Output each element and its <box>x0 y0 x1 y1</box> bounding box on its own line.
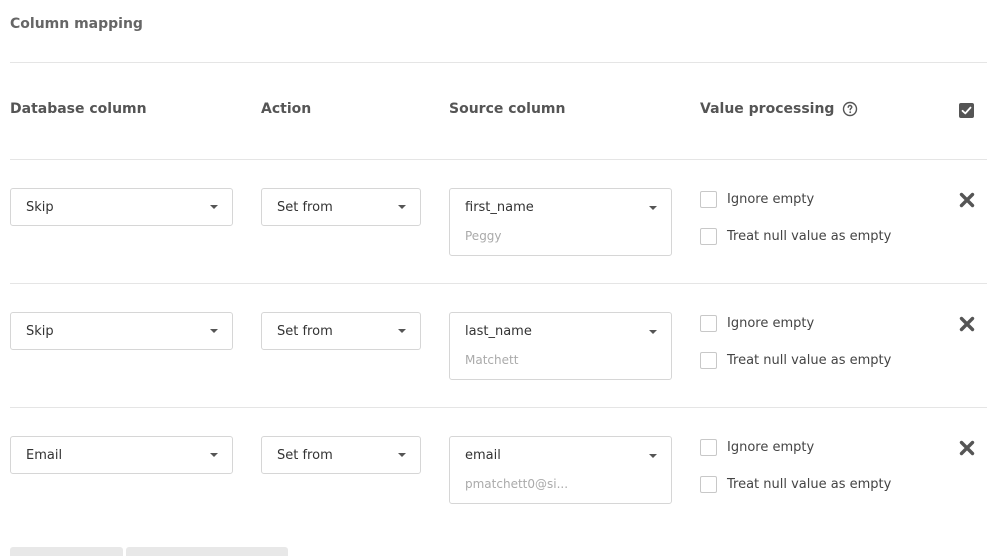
action-value: Set from <box>277 447 333 463</box>
source-column-select[interactable]: last_name Matchett <box>449 312 672 380</box>
chevron-down-icon <box>649 206 657 210</box>
remove-row-button[interactable] <box>958 315 976 333</box>
treat-null-label: Treat null value as empty <box>727 353 892 368</box>
action-select[interactable]: Set from <box>261 436 421 474</box>
action-select[interactable]: Set from <box>261 312 421 350</box>
database-column-select[interactable]: Email <box>10 436 233 474</box>
header-source-column: Source column <box>449 101 565 117</box>
database-column-select[interactable]: Skip <box>10 188 233 226</box>
action-value: Set from <box>277 323 333 339</box>
divider-header <box>10 159 987 160</box>
close-x-icon <box>959 192 975 208</box>
header-value-processing: Value processing <box>700 101 858 117</box>
close-x-icon <box>959 316 975 332</box>
source-column-value: first_name <box>465 200 534 215</box>
source-column-select[interactable]: email pmatchett0@si... <box>449 436 672 504</box>
ignore-empty-checkbox[interactable] <box>700 191 717 208</box>
source-sample-value: pmatchett0@si... <box>465 477 569 491</box>
source-sample-value: Peggy <box>465 229 502 243</box>
divider-top <box>10 62 987 63</box>
ignore-empty-option: Ignore empty <box>700 191 814 208</box>
ignore-empty-label: Ignore empty <box>727 192 815 207</box>
header-database-column-label: Database column <box>10 101 147 117</box>
divider-row <box>10 407 987 408</box>
treat-null-label: Treat null value as empty <box>727 229 892 244</box>
treat-null-label: Treat null value as empty <box>727 477 892 492</box>
source-column-value: last_name <box>465 324 532 339</box>
chevron-down-icon <box>210 453 218 457</box>
treat-null-checkbox[interactable] <box>700 228 717 245</box>
chevron-down-icon <box>649 330 657 334</box>
treat-null-option: Treat null value as empty <box>700 352 891 369</box>
bottom-action-button-secondary[interactable] <box>126 547 288 556</box>
treat-null-checkbox[interactable] <box>700 352 717 369</box>
database-column-value: Skip <box>26 323 54 339</box>
action-select[interactable]: Set from <box>261 188 421 226</box>
chevron-down-icon <box>210 329 218 333</box>
ignore-empty-label: Ignore empty <box>727 440 815 455</box>
select-all-checkbox[interactable] <box>959 103 974 118</box>
header-action: Action <box>261 101 311 117</box>
treat-null-checkbox[interactable] <box>700 476 717 493</box>
database-column-select[interactable]: Skip <box>10 312 233 350</box>
chevron-down-icon <box>210 205 218 209</box>
question-circle-icon[interactable] <box>842 101 858 117</box>
checkmark-icon <box>961 106 972 115</box>
treat-null-option: Treat null value as empty <box>700 476 891 493</box>
ignore-empty-checkbox[interactable] <box>700 315 717 332</box>
source-column-value: email <box>465 448 501 463</box>
chevron-down-icon <box>398 329 406 333</box>
database-column-value: Email <box>26 447 63 463</box>
close-x-icon <box>959 440 975 456</box>
remove-row-button[interactable] <box>958 439 976 457</box>
header-database-column: Database column <box>10 101 147 117</box>
source-sample-value: Matchett <box>465 353 519 367</box>
database-column-value: Skip <box>26 199 54 215</box>
treat-null-option: Treat null value as empty <box>700 228 891 245</box>
action-value: Set from <box>277 199 333 215</box>
header-value-processing-label: Value processing <box>700 101 835 117</box>
chevron-down-icon <box>398 453 406 457</box>
ignore-empty-label: Ignore empty <box>727 316 815 331</box>
ignore-empty-checkbox[interactable] <box>700 439 717 456</box>
ignore-empty-option: Ignore empty <box>700 439 814 456</box>
chevron-down-icon <box>398 205 406 209</box>
divider-row <box>10 283 987 284</box>
chevron-down-icon <box>649 454 657 458</box>
section-title: Column mapping <box>10 16 143 32</box>
source-column-select[interactable]: first_name Peggy <box>449 188 672 256</box>
remove-row-button[interactable] <box>958 191 976 209</box>
bottom-action-button[interactable] <box>10 547 123 556</box>
ignore-empty-option: Ignore empty <box>700 315 814 332</box>
header-source-column-label: Source column <box>449 101 566 117</box>
header-action-label: Action <box>261 101 312 117</box>
